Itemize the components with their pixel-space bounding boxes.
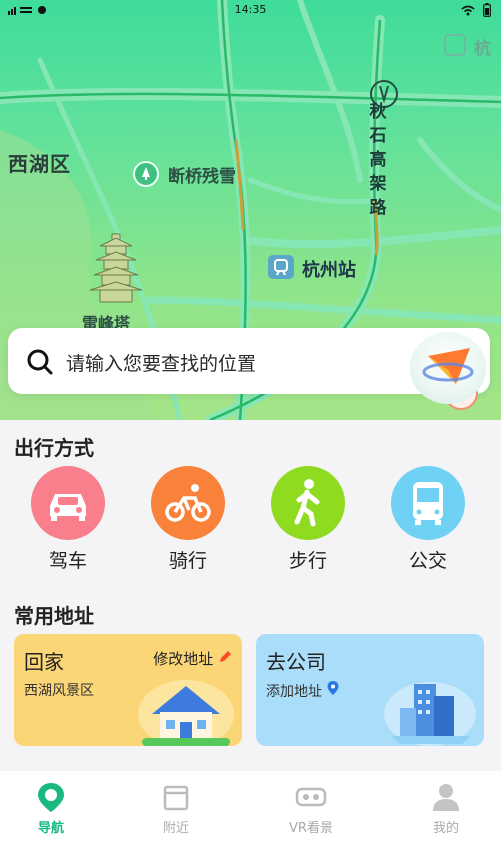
mode-walk[interactable]: 步行 bbox=[260, 466, 356, 573]
tab-label: 附近 bbox=[162, 821, 189, 836]
travel-modes: 驾车 骑行 步行 公交 bbox=[0, 466, 501, 576]
mode-drive[interactable]: 驾车 bbox=[20, 466, 116, 573]
travel-modes-title: 出行方式 bbox=[14, 436, 94, 460]
mode-label: 驾车 bbox=[48, 550, 87, 572]
add-address-label: 添加地址 bbox=[266, 684, 322, 700]
pencil-icon bbox=[220, 651, 231, 662]
status-bar: 14:35 bbox=[0, 0, 501, 20]
walk-icon bbox=[271, 466, 345, 540]
tab-vr[interactable]: VR看景 bbox=[266, 781, 356, 836]
paper-plane-icon bbox=[422, 348, 474, 384]
map-label-district[interactable]: 西湖区 bbox=[8, 148, 71, 177]
battery-icon bbox=[483, 3, 491, 20]
mode-label: 公交 bbox=[408, 550, 447, 572]
tab-navigation[interactable]: 导航 bbox=[6, 781, 96, 836]
tab-nearby[interactable]: 附近 bbox=[131, 781, 221, 836]
addresses-title: 常用地址 bbox=[14, 604, 94, 628]
home-title: 回家 bbox=[24, 650, 64, 674]
wifi-icon bbox=[461, 5, 475, 19]
office-address-card[interactable]: 去公司 添加地址 bbox=[256, 634, 484, 746]
train-station-icon[interactable] bbox=[268, 255, 294, 279]
bottom-tab-bar: 导航 附近 VR看景 我的 bbox=[0, 771, 501, 841]
status-time: 14:35 bbox=[234, 3, 267, 16]
mode-label: 步行 bbox=[288, 550, 327, 572]
add-address-button[interactable]: 添加地址 bbox=[266, 680, 340, 701]
search-input[interactable]: 请输入您要查找的位置 bbox=[66, 349, 256, 376]
mode-label: 骑行 bbox=[168, 550, 207, 572]
tab-label: 我的 bbox=[432, 821, 459, 836]
map-label-road: 秋石高架路 bbox=[369, 102, 387, 218]
poi-corner-icon bbox=[444, 34, 466, 56]
mode-bus[interactable]: 公交 bbox=[380, 466, 476, 573]
bus-icon bbox=[391, 466, 465, 540]
bicycle-icon bbox=[151, 466, 225, 540]
pagoda-icon[interactable] bbox=[86, 232, 146, 316]
tab-label: VR看景 bbox=[289, 821, 333, 836]
map-label-station[interactable]: 杭州站 bbox=[302, 256, 356, 282]
mode-cycle[interactable]: 骑行 bbox=[140, 466, 236, 573]
location-pin-icon bbox=[327, 681, 339, 695]
location-pin-icon bbox=[6, 781, 96, 813]
tab-profile[interactable]: 我的 bbox=[401, 781, 491, 836]
office-title: 去公司 bbox=[266, 650, 326, 674]
store-icon bbox=[131, 781, 221, 813]
navigation-arrow-button[interactable] bbox=[410, 332, 486, 404]
edit-address-label: 修改地址 bbox=[153, 650, 214, 668]
house-icon bbox=[138, 680, 234, 746]
office-building-icon bbox=[384, 682, 476, 746]
home-subtitle: 西湖风景区 bbox=[24, 683, 94, 699]
map-label-scenic-spot[interactable]: 断桥残雪 bbox=[168, 162, 236, 187]
home-address-card[interactable]: 回家 修改地址 西湖风景区 bbox=[14, 634, 242, 746]
user-icon bbox=[401, 781, 491, 813]
vr-headset-icon bbox=[266, 781, 356, 813]
tab-label: 导航 bbox=[37, 821, 64, 836]
edit-address-button[interactable]: 修改地址 bbox=[153, 648, 232, 669]
car-icon bbox=[31, 466, 105, 540]
scenic-spot-icon[interactable] bbox=[133, 161, 159, 187]
map-label-corner: 杭 bbox=[474, 39, 491, 59]
search-icon bbox=[26, 348, 54, 380]
